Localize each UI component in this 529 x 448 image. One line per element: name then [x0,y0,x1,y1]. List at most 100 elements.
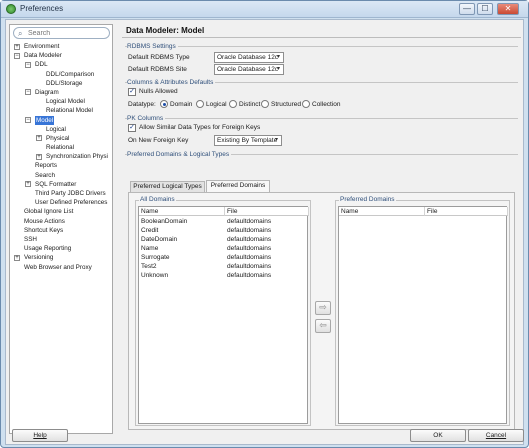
pk-columns-section: PK Columns [125,115,518,122]
tree-item[interactable]: Reports [10,161,112,170]
tree-item[interactable]: + Physical [10,134,112,143]
tree-item-label: Usage Reporting [24,245,72,253]
tree-item-label: Shortcut Keys [24,226,64,234]
tree-item-label: Logical [46,125,66,133]
columns-defaults-section: Columns & Attributes Defaults [125,79,518,86]
tree-item[interactable]: + Synchronization Physi [10,152,112,161]
domain-file-cell: defaultdomains [227,236,272,243]
all-domains-table[interactable]: Name File BooleanDomain defaultdomains Cre… [138,206,309,424]
tree-item[interactable]: − DDL [10,60,112,69]
add-to-preferred-button[interactable]: ⇨ [315,301,331,315]
domain-file-cell: defaultdomains [227,272,272,279]
search-input[interactable] [28,29,106,38]
tree-item-label: Synchronization Physi [46,153,108,161]
datatype-distinct-radio[interactable] [229,100,237,108]
tree-item-label: Web Browser and Proxy [24,263,92,271]
datatype-collection-radio[interactable] [302,100,310,108]
domain-file-cell: defaultdomains [227,218,272,225]
tab-preferred-logical-types[interactable]: Preferred Logical Types [130,181,205,192]
minimize-button[interactable]: — [459,3,475,15]
expand-icon[interactable]: + [14,254,20,261]
expand-icon[interactable]: + [36,135,42,142]
columns-section-title: Columns & Attributes Defaults [127,79,216,86]
tree-item[interactable]: Global Ignore List [10,207,112,216]
tree-item[interactable]: Logical [10,125,112,134]
maximize-button[interactable]: ☐ [477,3,493,15]
preferred-domains-tab-panel: All Domains Name File BooleanDomain defau… [128,192,515,430]
tree-item[interactable]: Search [10,171,112,180]
preferred-domains-table[interactable]: Name File [338,206,508,424]
table-row[interactable]: Test2 defaultdomains [139,262,309,271]
tree-item[interactable]: + Environment [10,42,112,51]
expand-icon[interactable]: + [14,43,20,50]
tree-item[interactable]: + Versioning [10,253,112,262]
nulls-allowed-checkbox[interactable]: ✓ [128,88,136,96]
tree-item-label: DDL/Comparison [46,70,95,78]
tree-item[interactable]: − Data Modeler [10,51,112,60]
close-button[interactable]: ✕ [497,3,519,15]
column-header-name[interactable]: Name [339,207,425,216]
preferred-section-title: Preferred Domains & Logical Types [127,151,232,158]
column-header-name[interactable]: Name [139,207,225,216]
nulls-allowed-label: Nulls Allowed [139,88,178,95]
tree-item[interactable]: Mouse Actions [10,217,112,226]
tree-item-label: DDL/Storage [46,79,83,87]
datatype-domain-radio[interactable] [160,100,168,108]
datatype-logical-label: Logical [206,101,227,108]
chevron-down-icon: ▾ [274,137,278,143]
arrow-left-icon: ⇦ [319,320,327,330]
collapse-icon[interactable]: − [25,61,31,68]
rdbms-site-value: Oracle Database 12c [217,66,279,73]
tree-item[interactable]: + SQL Formatter [10,180,112,189]
new-foreign-key-select[interactable]: Existing By Template ▾ [214,135,282,146]
tree-item[interactable]: DDL/Comparison [10,70,112,79]
tree-item-label: Reports [35,162,58,170]
cancel-button[interactable]: Cancel [468,429,524,442]
tree-item[interactable]: − Model [10,115,112,125]
all-domains-group: All Domains Name File BooleanDomain defau… [135,196,311,426]
remove-from-preferred-button[interactable]: ⇦ [315,319,331,333]
preferences-window: Preferences — ☐ ✕ ⌕ +Environment−Data Mo… [0,0,529,448]
tree-item[interactable]: Logical Model [10,97,112,106]
tree-item[interactable]: Usage Reporting [10,244,112,253]
datatype-structured-radio[interactable] [261,100,269,108]
collapse-icon[interactable]: − [14,52,20,59]
table-row[interactable]: BooleanDomain defaultdomains [139,217,309,226]
rdbms-type-value: Oracle Database 12c [217,54,279,61]
column-header-file[interactable]: File [225,207,309,216]
expand-icon[interactable]: + [25,181,31,188]
column-header-file[interactable]: File [425,207,508,216]
rdbms-site-label: Default RDBMS Site [128,66,187,73]
tree-item[interactable]: Relational [10,143,112,152]
tree-item[interactable]: User Defined Preferences [10,198,112,207]
tab-preferred-domains[interactable]: Preferred Domains [206,180,270,192]
allow-similar-types-checkbox[interactable]: ✓ [128,124,136,132]
search-box[interactable]: ⌕ [13,27,110,39]
rdbms-site-select[interactable]: Oracle Database 12c ▾ [214,64,284,75]
domain-name-cell: Credit [141,227,159,234]
collapse-icon[interactable]: − [25,117,31,123]
rdbms-type-select[interactable]: Oracle Database 12c ▾ [214,52,284,63]
help-button[interactable]: Help [12,429,68,442]
domain-file-cell: defaultdomains [227,245,272,252]
ok-button[interactable]: OK [410,429,466,442]
collapse-icon[interactable]: − [25,89,31,96]
table-row[interactable]: DateDomain defaultdomains [139,235,309,244]
table-row[interactable]: Unknown defaultdomains [139,271,309,280]
domain-name-cell: Surrogate [141,254,170,261]
window-title: Preferences [20,4,64,13]
tree-item[interactable]: Third Party JDBC Drivers [10,189,112,198]
table-row[interactable]: Surrogate defaultdomains [139,253,309,262]
tree-item[interactable]: − Diagram [10,88,112,97]
tree-item[interactable]: DDL/Storage [10,79,112,88]
datatype-logical-radio[interactable] [196,100,204,108]
tree-item-label: Relational [46,144,75,152]
tree-item[interactable]: Web Browser and Proxy [10,263,112,272]
table-row[interactable]: Credit defaultdomains [139,226,309,235]
table-row[interactable]: Name defaultdomains [139,244,309,253]
expand-icon[interactable]: + [36,153,42,160]
cancel-label: Cancel [485,432,507,439]
tree-item[interactable]: Relational Model [10,106,112,115]
tree-item[interactable]: Shortcut Keys [10,226,112,235]
tree-item[interactable]: SSH [10,235,112,244]
